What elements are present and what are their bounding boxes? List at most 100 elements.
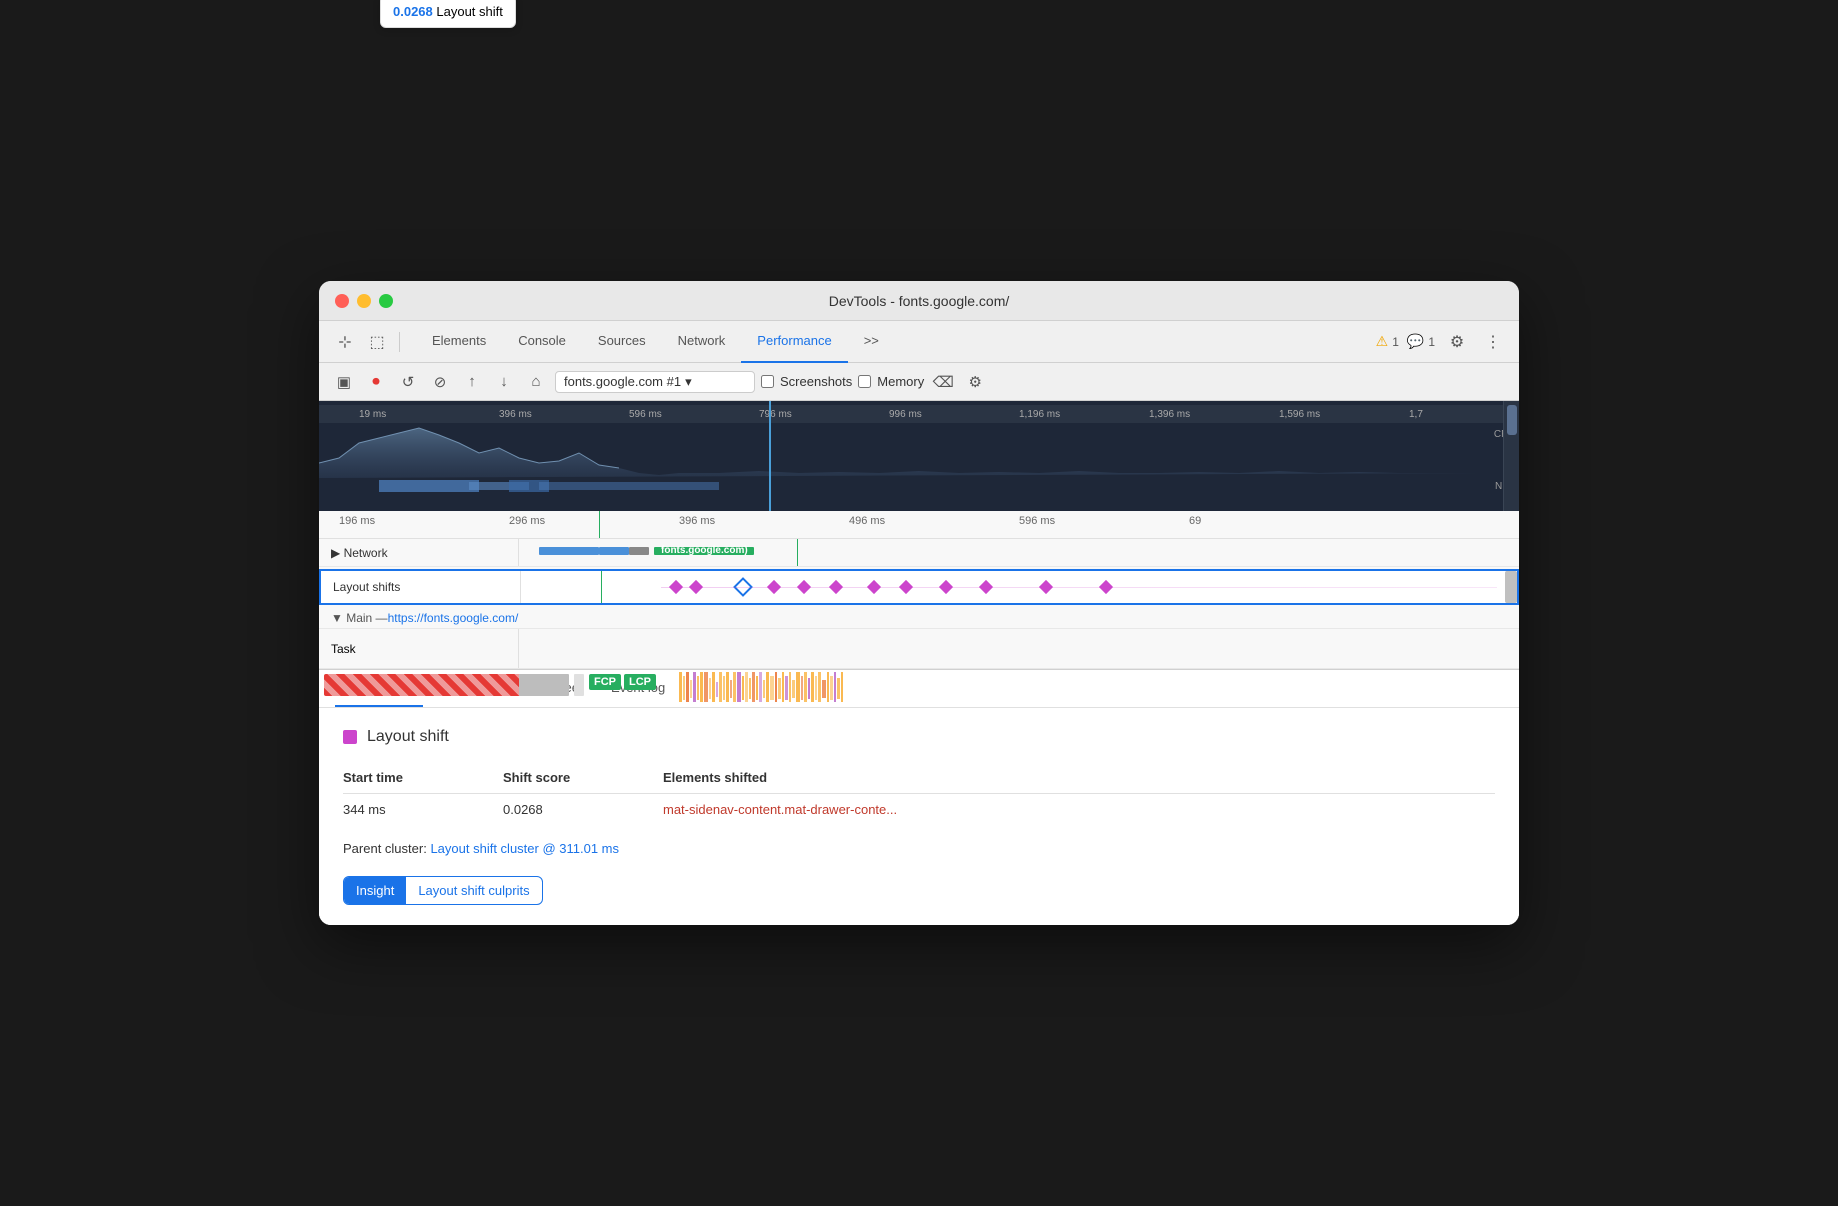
close-button[interactable] (335, 294, 349, 308)
network-bar-1 (539, 547, 599, 555)
timeline-cursor (769, 401, 771, 511)
device-toolbar-icon[interactable]: ⬚ (363, 328, 391, 356)
main-section-link[interactable]: https://fonts.google.com/ (388, 611, 519, 625)
select-element-icon[interactable]: ⊹ (331, 328, 359, 356)
ms-496: 496 ms (849, 515, 885, 527)
panel-summary-content: Layout shift Start time Shift score Elem… (319, 708, 1519, 925)
tab-elements[interactable]: Elements (416, 321, 502, 363)
timeline-scrollbar[interactable] (1503, 401, 1519, 511)
insight-text[interactable]: Layout shift culprits (406, 877, 541, 904)
insight-button[interactable]: Insight Layout shift culprits (343, 876, 543, 905)
task-content: FCP LCP (319, 668, 1519, 707)
ruler-tick-1396: 1,396 ms (1149, 409, 1190, 420)
message-icon: 💬 (1407, 333, 1424, 350)
ruler-tick-17: 1,7 (1409, 409, 1423, 420)
parent-cluster: Parent cluster: Layout shift cluster @ 3… (343, 841, 1495, 856)
layout-shifts-label: Layout shifts (321, 571, 521, 603)
more-options-icon[interactable]: ⋮ (1479, 328, 1507, 356)
cell-shift-score: 0.0268 (503, 794, 663, 826)
timeline-ruler-2: 196 ms 296 ms 396 ms 496 ms 596 ms 69 (319, 511, 1519, 539)
lcp-badge: LCP (624, 672, 656, 690)
summary-table: Start time Shift score Elements shifted … (343, 762, 1495, 825)
ruler-tick-796: 796 ms (759, 409, 792, 420)
task-label-text: Task (331, 642, 356, 656)
screenshots-label: Screenshots (780, 374, 852, 389)
ms-596: 596 ms (1019, 515, 1055, 527)
ms-196: 196 ms (339, 515, 375, 527)
lcp-text: LCP (624, 674, 656, 690)
memory-group: Memory (858, 374, 924, 389)
clear-icon[interactable]: ⌫ (930, 369, 956, 395)
network-track-label[interactable]: ▶ Network (319, 539, 519, 566)
ms-296: 296 ms (509, 515, 545, 527)
parent-cluster-link[interactable]: Layout shift cluster @ 311.01 ms (430, 841, 619, 856)
ls-timeline-line (661, 587, 1497, 588)
network-track-row: ▶ Network fonts.google.com) (319, 539, 1519, 567)
scrollbar-thumb[interactable] (1507, 405, 1517, 435)
green-line-ls (601, 571, 602, 603)
window-title: DevTools - fonts.google.com/ (829, 293, 1010, 309)
cancel-icon[interactable]: ⊘ (427, 369, 453, 395)
download-icon[interactable]: ↓ (491, 369, 517, 395)
track-area: ▶ Network fonts.google.com) (319, 539, 1519, 669)
cell-elements-shifted[interactable]: mat-sidenav-content.mat-drawer-conte... (663, 794, 1495, 826)
traffic-lights (335, 294, 393, 308)
perf-settings-icon[interactable]: ⚙ (962, 369, 988, 395)
green-line-network (797, 539, 798, 566)
warning-badge: ⚠ 1 (1376, 333, 1399, 350)
message-count: 1 (1428, 335, 1435, 349)
layout-shifts-row[interactable]: Layout shifts (319, 569, 1519, 605)
fcp-text: FCP (589, 674, 621, 690)
maximize-button[interactable] (379, 294, 393, 308)
screenshots-checkbox[interactable] (761, 375, 774, 388)
url-selector-text: fonts.google.com #1 (564, 374, 681, 389)
cpu-graph (319, 423, 1499, 478)
tab-navigation: Elements Console Sources Network Perform… (416, 321, 895, 363)
ls-scrollbar[interactable] (1505, 571, 1517, 603)
insight-label: Insight (344, 877, 406, 904)
timeline-overview[interactable]: 19 ms 396 ms 596 ms 796 ms 996 ms 1,196 … (319, 401, 1519, 511)
home-icon[interactable]: ⌂ (523, 369, 549, 395)
panel-bottom: Summary Bottom-up Call tree Event log La… (319, 669, 1519, 925)
ruler-tick-596: 596 ms (629, 409, 662, 420)
ls-color-indicator (343, 730, 357, 744)
task-label: Task (319, 629, 519, 668)
warning-icon: ⚠ (1376, 333, 1389, 350)
task-bars-right (679, 672, 1519, 702)
main-section-label: ▼ Main — (331, 611, 388, 625)
ruler-tick-396: 396 ms (499, 409, 532, 420)
tab-sources[interactable]: Sources (582, 321, 662, 363)
tab-more[interactable]: >> (848, 321, 895, 363)
layout-shift-header: Layout shift (343, 728, 1495, 746)
record-icon[interactable]: ⏺ (363, 369, 389, 395)
upload-icon[interactable]: ↑ (459, 369, 485, 395)
chevron-down-icon: ▾ (685, 374, 692, 390)
ms-396: 396 ms (679, 515, 715, 527)
network-bar-3 (629, 547, 649, 555)
warning-count: 1 (1392, 335, 1399, 349)
minimize-button[interactable] (357, 294, 371, 308)
url-selector[interactable]: fonts.google.com #1 ▾ (555, 371, 755, 393)
screenshots-group: Screenshots (761, 374, 852, 389)
settings-icon[interactable]: ⚙ (1443, 328, 1471, 356)
tab-performance[interactable]: Performance (741, 321, 847, 363)
network-track-content: fonts.google.com) (519, 539, 1519, 566)
toolbar-divider-1 (399, 332, 400, 352)
devtools-content: ⊹ ⬚ Elements Console Sources Network Per… (319, 321, 1519, 925)
refresh-icon[interactable]: ↺ (395, 369, 421, 395)
memory-checkbox[interactable] (858, 375, 871, 388)
ruler-tick-19: 19 ms (359, 409, 386, 420)
parent-cluster-label: Parent cluster: (343, 841, 427, 856)
secondary-toolbar: ▣ ⏺ ↺ ⊘ ↑ ↓ ⌂ fonts.google.com #1 ▾ Scre… (319, 363, 1519, 401)
tab-console[interactable]: Console (502, 321, 582, 363)
col-start-time: Start time (343, 762, 503, 794)
fcp-badge: FCP (589, 672, 621, 690)
main-section-row: ▼ Main — https://fonts.google.com/ 0.026… (319, 607, 1519, 629)
tab-network[interactable]: Network (662, 321, 742, 363)
network-bar-label: fonts.google.com) (659, 547, 750, 555)
sidebar-toggle-icon[interactable]: ▣ (331, 369, 357, 395)
cell-start-time: 344 ms (343, 794, 503, 826)
task-row: Task FCP LCP (319, 629, 1519, 669)
task-bar-3 (574, 674, 584, 696)
layout-shifts-content (521, 571, 1517, 603)
